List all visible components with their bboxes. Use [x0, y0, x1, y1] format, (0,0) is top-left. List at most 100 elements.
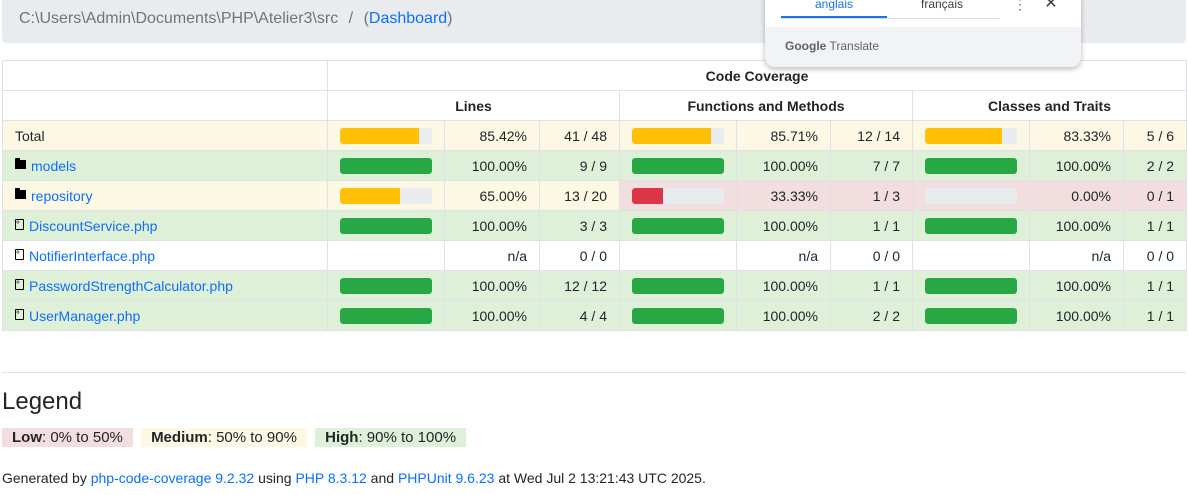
lines-progress-bar: [340, 217, 432, 234]
classes-percent: 100.00%: [1029, 150, 1124, 181]
google-translate-popup: anglais français ⋮ ✕ Google Translate: [765, 0, 1081, 67]
close-icon[interactable]: ✕: [1043, 0, 1059, 14]
classes-fraction: 1 / 1: [1122, 300, 1188, 331]
lines-bar-cell: [327, 120, 445, 151]
breadcrumb-separator: /: [348, 10, 354, 27]
tab-language-francais[interactable]: français: [897, 0, 987, 18]
lines-progress-fill: [340, 157, 432, 174]
file-code-icon: [15, 248, 24, 261]
classes-fraction: 1 / 1: [1122, 210, 1188, 241]
row-link[interactable]: models: [31, 158, 76, 174]
lines-percent: 100.00%: [444, 150, 540, 181]
functions-fraction: 12 / 14: [830, 120, 913, 151]
header-lines: Lines: [327, 90, 620, 121]
table-row: UserManager.php100.00%4 / 4100.00%2 / 21…: [2, 300, 1188, 331]
lines-fraction: 9 / 9: [539, 150, 620, 181]
classes-progress-bar: [925, 217, 1017, 234]
classes-fraction: 5 / 6: [1122, 120, 1188, 151]
row-link[interactable]: UserManager.php: [29, 308, 140, 324]
functions-progress-bar: [632, 277, 724, 294]
functions-progress-bar: [632, 157, 724, 174]
lines-progress-fill: [340, 187, 400, 204]
functions-bar-cell: [619, 120, 737, 151]
header-classes: Classes and Traits: [911, 90, 1188, 121]
tab-language-anglais[interactable]: anglais: [781, 0, 887, 18]
table-row: models 100.00% 9 / 9 100.00% 7 / 7 100.00% 2 /…: [2, 150, 1188, 181]
legend-medium: Medium: 50% to 90%: [141, 428, 307, 447]
functions-progress-bar: [632, 217, 724, 234]
folder-icon: [15, 188, 26, 200]
legend-title: Legend: [2, 388, 83, 415]
classes-progress-bar: [925, 127, 1017, 144]
lines-bar-cell: [327, 210, 445, 241]
functions-progress-bar: [632, 307, 724, 324]
functions-progress-fill: [632, 217, 724, 234]
functions-progress-bar: [632, 127, 724, 144]
footer-and: and: [366, 470, 398, 486]
functions-progress-fill: [632, 157, 724, 174]
functions-progress-fill: [632, 187, 663, 204]
legend-high: High: 90% to 100%: [315, 428, 467, 447]
legend-high-label: High: [325, 429, 359, 446]
functions-bar-cell: [619, 300, 737, 331]
footer-suffix: at Wed Jul 2 13:21:43 UTC 2025.: [494, 470, 706, 486]
classes-fraction: 1 / 1: [1122, 270, 1188, 301]
legend-low: Low: 0% to 50%: [2, 428, 133, 447]
functions-percent: 100.00%: [736, 150, 831, 181]
row-label: Total: [15, 127, 45, 144]
lines-bar-cell: [327, 270, 445, 301]
legend-high-range: : 90% to 100%: [358, 429, 457, 446]
classes-bar-cell: [912, 150, 1030, 181]
classes-progress-bar: [925, 277, 1017, 294]
php-code-coverage-link[interactable]: php-code-coverage 9.2.32: [91, 470, 254, 486]
google-translate-brand: Google Translate: [785, 39, 879, 53]
lines-progress-bar: [340, 157, 432, 174]
row-name-cell: repository: [2, 180, 328, 211]
lines-percent: 100.00%: [444, 270, 540, 301]
phpunit-link[interactable]: PHPUnit 9.6.23: [398, 470, 495, 486]
functions-percent: 100.00%: [736, 210, 831, 241]
functions-fraction: 7 / 7: [830, 150, 913, 181]
functions-fraction: 2 / 2: [830, 300, 913, 331]
google-logo: Google: [785, 39, 827, 53]
footer-prefix: Generated by: [2, 470, 91, 486]
functions-bar-cell: [619, 240, 737, 271]
row-link[interactable]: DiscountService.php: [29, 218, 157, 234]
functions-percent: 85.71%: [736, 120, 831, 151]
classes-fraction: 2 / 2: [1122, 150, 1188, 181]
classes-progress-bar: [925, 307, 1017, 324]
row-link[interactable]: NotifierInterface.php: [29, 248, 155, 264]
lines-fraction: 13 / 20: [539, 180, 620, 211]
file-code-icon: [15, 278, 24, 291]
functions-bar-cell: [619, 150, 737, 181]
legend-medium-range: : 50% to 90%: [207, 429, 297, 446]
translate-footer: Google Translate: [765, 27, 1081, 67]
file-code-icon: [15, 218, 24, 231]
row-name-cell: PasswordStrengthCalculator.php: [2, 270, 328, 301]
functions-percent: 100.00%: [736, 300, 831, 331]
lines-percent: 85.42%: [444, 120, 540, 151]
lines-progress-fill: [340, 277, 432, 294]
functions-percent: 33.33%: [736, 180, 831, 211]
lines-bar-cell: [327, 240, 445, 271]
generated-footer: Generated by php-code-coverage 9.2.32 us…: [2, 470, 706, 486]
more-options-icon[interactable]: ⋮: [1013, 0, 1027, 12]
functions-fraction: 1 / 3: [830, 180, 913, 211]
row-name-cell: UserManager.php: [2, 300, 328, 331]
table-row: PasswordStrengthCalculator.php100.00%12 …: [2, 270, 1188, 301]
functions-bar-cell: [619, 270, 737, 301]
lines-fraction: 0 / 0: [539, 240, 620, 271]
row-link[interactable]: PasswordStrengthCalculator.php: [29, 278, 233, 294]
classes-bar-cell: [912, 210, 1030, 241]
table-row: Total 85.42% 41 / 48 85.71% 12 / 14 83.33% 5 /…: [2, 120, 1188, 151]
lines-progress-bar: [340, 277, 432, 294]
php-link[interactable]: PHP 8.3.12: [295, 470, 366, 486]
row-link[interactable]: repository: [31, 188, 92, 204]
dashboard-link[interactable]: Dashboard: [369, 10, 447, 27]
functions-progress-fill: [632, 307, 724, 324]
header-empty-cell: [2, 90, 328, 121]
lines-progress-fill: [340, 307, 432, 324]
classes-progress-fill: [925, 307, 1017, 324]
lines-fraction: 41 / 48: [539, 120, 620, 151]
classes-percent: 83.33%: [1029, 120, 1124, 151]
